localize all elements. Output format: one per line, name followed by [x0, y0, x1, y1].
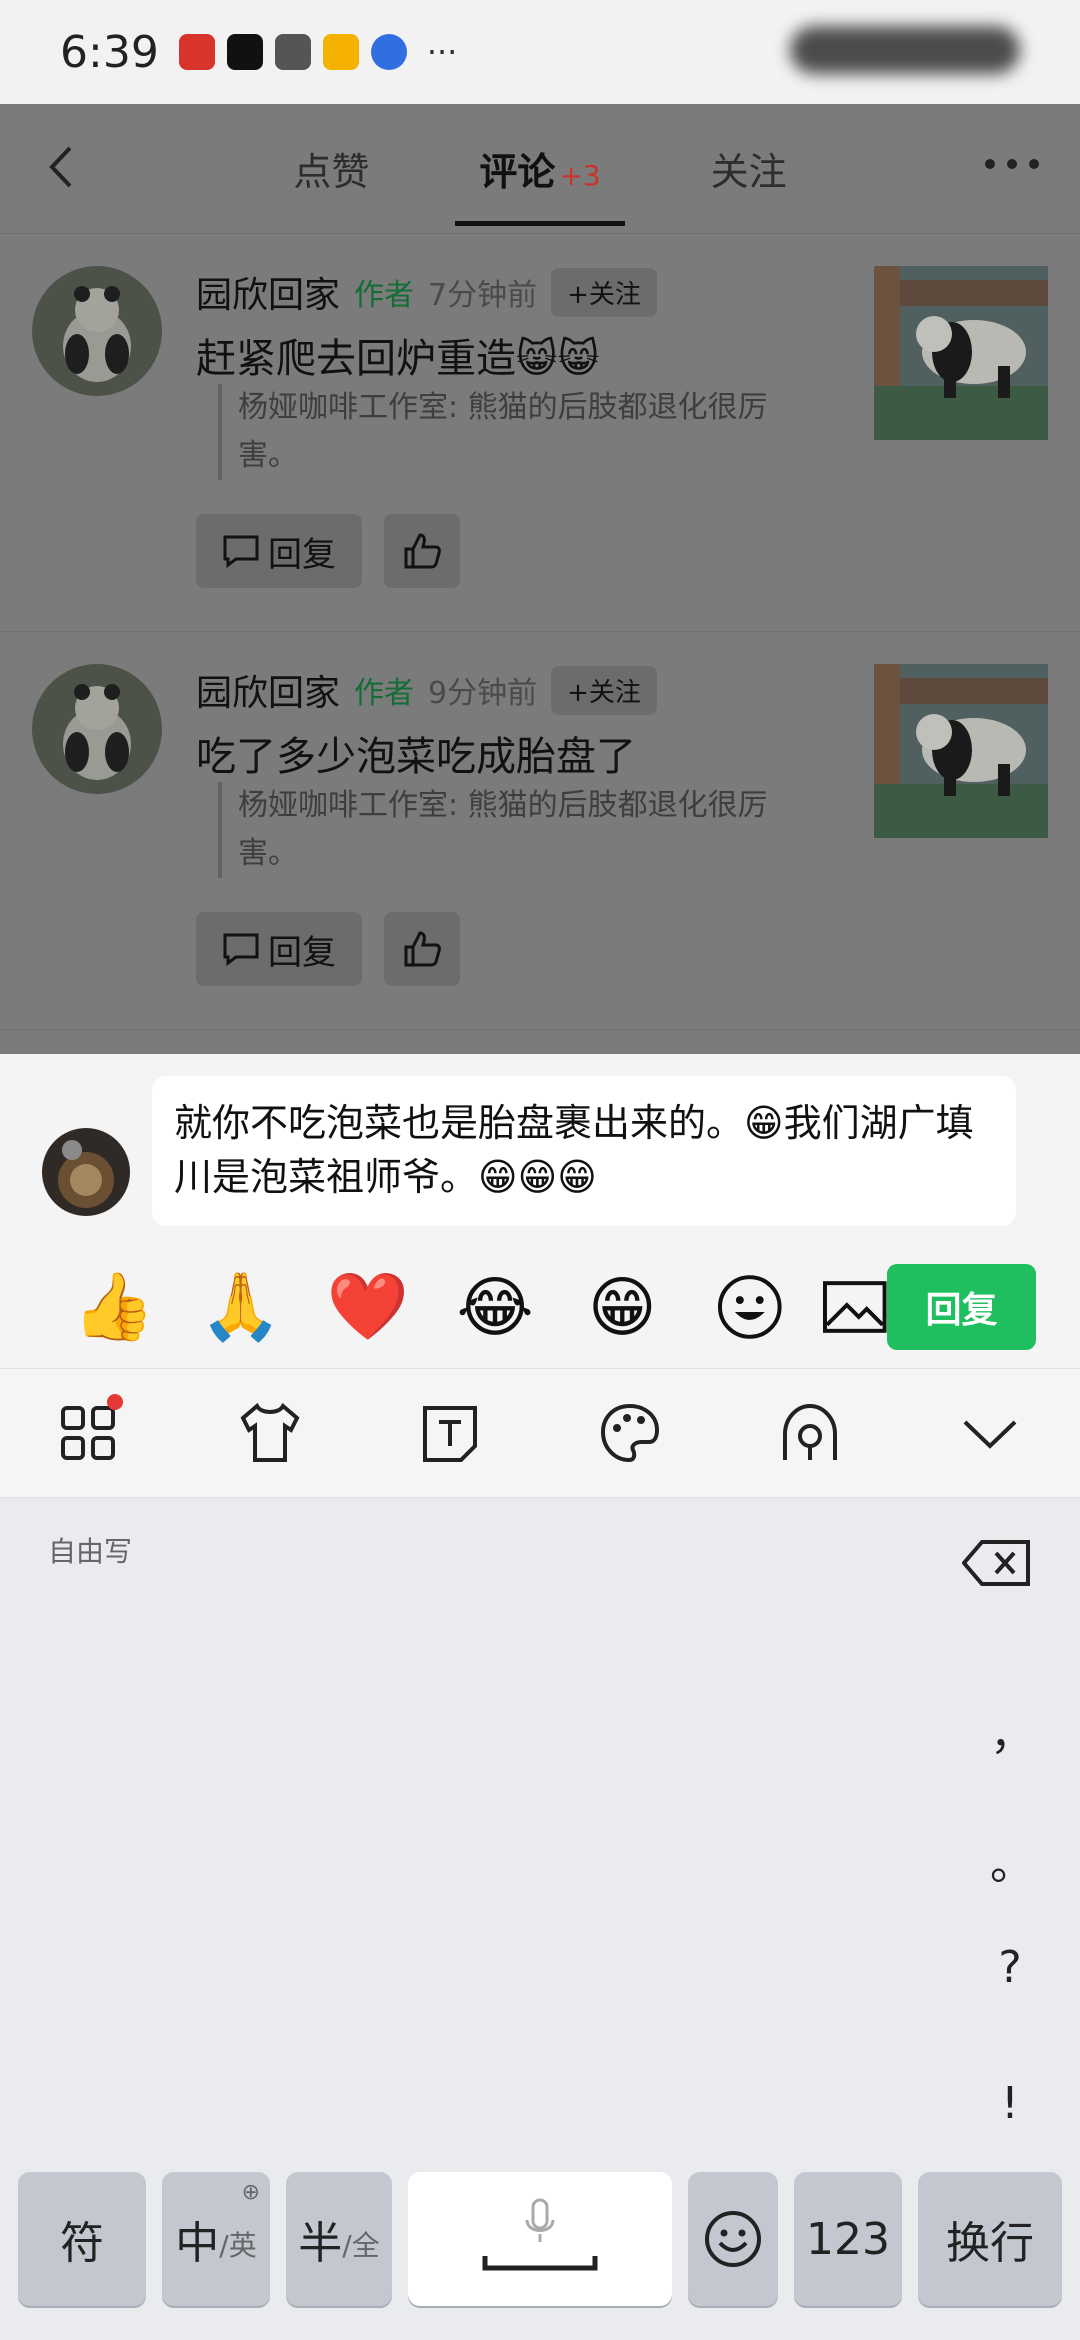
comment-header: 园欣回家 作者 7分钟前 +关注: [196, 266, 657, 318]
avatar[interactable]: [32, 266, 162, 396]
top-nav: 点赞 评论 +3 关注: [0, 104, 1080, 234]
space-key[interactable]: [408, 2172, 672, 2306]
reply-input[interactable]: 就你不吃泡菜也是胎盘裹出来的。😁我们湖广填川是泡菜祖师爷。😁😁😁: [152, 1076, 1016, 1226]
comment-icon: [223, 933, 259, 966]
free-write-label: 自由写: [48, 1535, 133, 1568]
chinese-english-key[interactable]: 中/英 ⊕: [162, 2172, 270, 2306]
follow-button[interactable]: +关注: [551, 665, 657, 715]
globe-icon: ⊕: [241, 2180, 260, 2205]
comment-text: 赶紧爬去回炉重造😸😸: [196, 336, 600, 382]
author-tag: 作者: [354, 278, 415, 313]
notification-dot: [107, 1394, 123, 1410]
handwriting-icon[interactable]: [775, 1398, 845, 1468]
like-button[interactable]: [384, 912, 460, 986]
shirt-icon[interactable]: [235, 1398, 305, 1468]
comment-text: 吃了多少泡菜吃成胎盘了: [196, 734, 636, 780]
post-thumbnail[interactable]: [874, 664, 1048, 838]
chevron-down-icon[interactable]: [955, 1398, 1025, 1468]
image-icon[interactable]: [823, 1281, 887, 1333]
thumbs-up-icon: [404, 931, 441, 967]
notification-icons: ···: [178, 33, 458, 71]
tab-follows[interactable]: 关注: [711, 141, 787, 196]
baidu-app-icon: [370, 34, 407, 70]
thumbs-up-icon: [404, 533, 441, 569]
handwriting-keyboard: 自由写 ， 。 ? ! 符 中/英 ⊕ 半/全 123 换行: [0, 1498, 1080, 2340]
active-tab-indicator: [455, 221, 625, 226]
more-icon[interactable]: [982, 154, 1042, 174]
status-time: 6:39: [60, 26, 159, 78]
exclamation-key[interactable]: !: [990, 2078, 1030, 2129]
pray-emoji[interactable]: 🙏: [177, 1268, 304, 1346]
like-button[interactable]: [384, 514, 460, 588]
author-tag: 作者: [354, 676, 415, 711]
smile-icon: [705, 2211, 761, 2267]
thumbs-up-emoji[interactable]: 👍: [50, 1268, 177, 1346]
quoted-comment: 杨娅咖啡工作室: 熊猫的后肢都退化很厉害。: [218, 782, 818, 878]
send-reply-button[interactable]: 回复: [886, 1264, 1037, 1350]
game-app-icon: [274, 34, 311, 70]
palette-icon[interactable]: [595, 1398, 665, 1468]
quick-emoji-row: 👍 🙏 ❤️ 😂 😁 回复: [0, 1252, 1080, 1362]
comma-key[interactable]: ，: [990, 1698, 1034, 1762]
back-arrow-icon[interactable]: [38, 142, 88, 192]
smile-icon[interactable]: [715, 1272, 785, 1342]
text-box-icon[interactable]: [415, 1398, 485, 1468]
laughing-emoji[interactable]: 😂: [432, 1269, 559, 1346]
question-key[interactable]: ?: [990, 1942, 1030, 1993]
comment-item: 园欣回家 作者 9分钟前 +关注 吃了多少泡菜吃成胎盘了 杨娅咖啡工作室: 熊猫…: [0, 632, 1080, 1030]
numbers-key[interactable]: 123: [794, 2172, 902, 2306]
quoted-comment: 杨娅咖啡工作室: 熊猫的后肢都退化很厉害。: [218, 384, 818, 480]
comments-badge: +3: [559, 159, 601, 192]
tab-likes[interactable]: 点赞: [293, 141, 369, 196]
reply-button[interactable]: 回复: [196, 912, 362, 986]
emoji-key[interactable]: [688, 2172, 778, 2306]
blurred-status-area: [790, 26, 1020, 74]
enter-key[interactable]: 换行: [918, 2172, 1062, 2306]
avatar[interactable]: [32, 664, 162, 794]
symbol-key[interactable]: 符: [18, 2172, 146, 2306]
keyboard-bottom-row: 符 中/英 ⊕ 半/全 123 换行: [0, 2172, 1080, 2312]
comment-item: 园欣回家 作者 7分钟前 +关注 赶紧爬去回炉重造😸😸 杨娅咖啡工作室: 熊猫的…: [0, 234, 1080, 632]
tiktok-app-icon: [226, 34, 263, 70]
huawei-app-icon: [178, 34, 215, 70]
more-notifications-icon: ···: [426, 33, 458, 71]
comment-author[interactable]: 园欣回家: [196, 266, 340, 318]
weibo-app-icon: [322, 34, 359, 70]
heart-emoji[interactable]: ❤️: [304, 1268, 431, 1346]
post-thumbnail[interactable]: [874, 266, 1048, 440]
comment-time: 9分钟前: [428, 676, 538, 711]
period-key[interactable]: 。: [990, 1828, 1034, 1892]
apps-grid-icon[interactable]: [55, 1394, 125, 1468]
tab-comments[interactable]: 评论 +3: [455, 141, 625, 226]
grin-emoji[interactable]: 😁: [559, 1269, 686, 1346]
comment-time: 7分钟前: [428, 278, 538, 313]
backspace-icon[interactable]: [962, 1538, 1032, 1588]
comment-icon: [223, 535, 259, 568]
half-full-width-key[interactable]: 半/全: [286, 2172, 392, 2306]
comments-page: 点赞 评论 +3 关注 园欣回家 作者 7分钟前 +关注 赶紧爬去回炉重造😸😸 杨…: [0, 104, 1080, 1054]
follow-button[interactable]: +关注: [551, 267, 657, 317]
microphone-icon: [482, 2198, 598, 2271]
keyboard-toolbar: [0, 1368, 1080, 1498]
status-bar: 6:39 ···: [0, 0, 1080, 104]
my-avatar: [42, 1128, 130, 1216]
comment-author[interactable]: 园欣回家: [196, 664, 340, 716]
comment-header: 园欣回家 作者 9分钟前 +关注: [196, 664, 657, 716]
reply-compose-panel: 就你不吃泡菜也是胎盘裹出来的。😁我们湖广填川是泡菜祖师爷。😁😁😁 👍 🙏 ❤️ …: [0, 1054, 1080, 1368]
reply-button[interactable]: 回复: [196, 514, 362, 588]
